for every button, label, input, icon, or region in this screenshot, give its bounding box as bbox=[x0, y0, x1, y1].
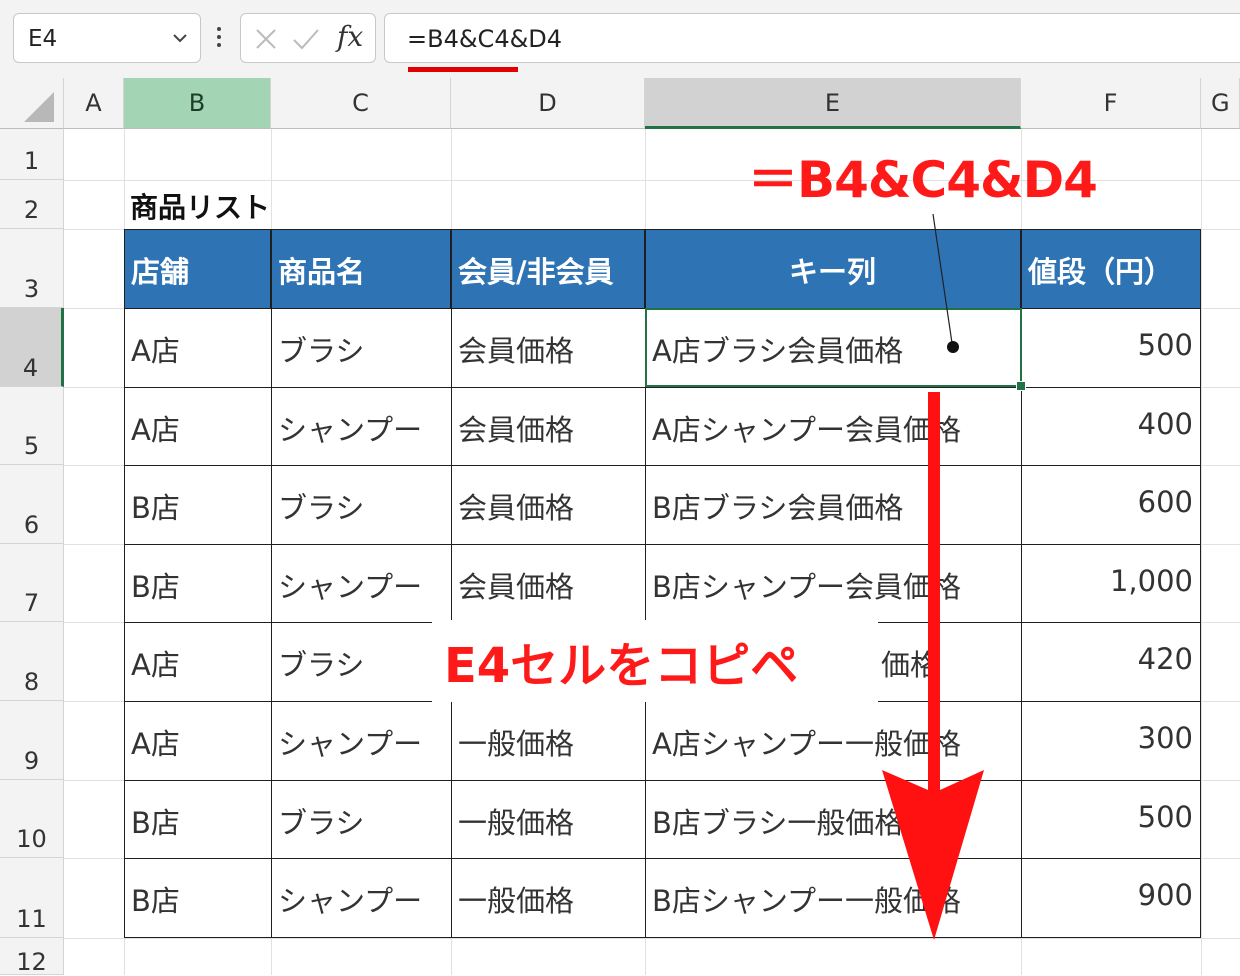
arrow-down-icon bbox=[882, 392, 984, 940]
copy-callout: E4セルをコピペ bbox=[444, 638, 799, 694]
formula-callout: ＝B4&C4&D4 bbox=[748, 151, 1098, 209]
callout-leader-line bbox=[932, 213, 953, 344]
callout-dot bbox=[947, 341, 959, 353]
